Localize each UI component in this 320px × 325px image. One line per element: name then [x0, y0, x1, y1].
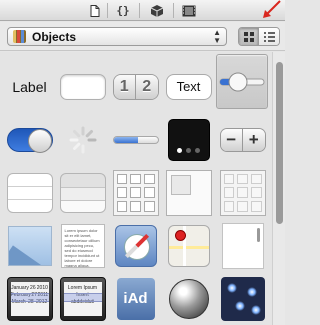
object-table-view-controller[interactable] [56, 166, 109, 219]
iad-icon: iAd [116, 277, 155, 320]
object-activity-indicator[interactable] [56, 113, 109, 166]
object-library-icon[interactable] [147, 2, 167, 19]
grid-scrollbar[interactable] [272, 52, 285, 325]
object-page-control[interactable] [162, 113, 215, 166]
grid-icon [243, 31, 254, 42]
object-container-view[interactable] [162, 166, 215, 219]
code-snippet-icon[interactable]: {} [113, 2, 133, 19]
media-library-icon[interactable] [179, 2, 199, 19]
text-view-lorem: Lorem ipsum dolor sit er elit lamet, con… [60, 223, 105, 268]
sphere-icon [168, 278, 209, 319]
object-glkit-view[interactable] [162, 272, 215, 325]
object-segmented-control[interactable]: 1 2 [109, 60, 162, 113]
popup-arrows-icon: ▲ ▼ [213, 28, 221, 45]
object-progress-view[interactable] [109, 113, 162, 166]
object-scenekit-view[interactable] [216, 272, 269, 325]
object-table-view[interactable] [3, 166, 56, 219]
library-icon [13, 30, 26, 43]
segment-one: 1 [113, 74, 136, 99]
object-ad-banner-view[interactable]: iAd [109, 272, 162, 325]
object-date-picker[interactable]: January 26 2010 February 27 2011 March 28 2012 [3, 272, 56, 325]
object-web-view[interactable] [109, 219, 162, 272]
annotation-arrow-icon [263, 0, 281, 18]
library-popup-button[interactable]: Objects ▲ ▼ [7, 27, 227, 46]
object-text-field[interactable] [56, 60, 109, 113]
object-switch[interactable] [3, 113, 56, 166]
list-view-button[interactable] [259, 28, 279, 45]
segment-two: 2 [136, 74, 158, 99]
icon-view-button[interactable] [239, 28, 259, 45]
view-mode-segmented-control [238, 27, 280, 46]
object-stepper[interactable]: − + [216, 113, 269, 166]
minus-icon: − [220, 128, 243, 151]
object-collection-view[interactable] [109, 166, 162, 219]
list-icon [263, 31, 275, 42]
object-label[interactable]: Label [3, 60, 56, 113]
text-button-label: Text [165, 73, 212, 100]
plus-icon: + [243, 128, 265, 151]
scrollbar-thumb[interactable] [276, 62, 283, 224]
object-picker-view[interactable]: Lorem Ipsum Insert abddeiduti [56, 272, 109, 325]
library-popup-label: Objects [32, 29, 77, 44]
object-library-grid: Label 1 2 Text − + Lorem ipsum dolor sit… [0, 52, 272, 325]
spinner-icon [69, 126, 96, 153]
label-text: Label [12, 78, 47, 95]
object-slider[interactable] [216, 54, 268, 109]
object-text-view[interactable]: Lorem ipsum dolor sit er elit lamet, con… [56, 219, 109, 272]
object-scroll-view[interactable] [216, 219, 269, 272]
file-inspector-icon[interactable] [85, 2, 105, 19]
compass-icon [114, 224, 157, 267]
object-collection-view-controller[interactable] [216, 166, 269, 219]
object-map-view[interactable] [162, 219, 215, 272]
object-image-view[interactable] [3, 219, 56, 272]
object-round-rect-button[interactable]: Text [162, 60, 215, 113]
particles-icon [220, 276, 265, 321]
inspector-toolbar: {} [0, 0, 285, 21]
library-selector-bar: Objects ▲ ▼ [0, 22, 285, 51]
map-pin-icon [167, 224, 210, 267]
